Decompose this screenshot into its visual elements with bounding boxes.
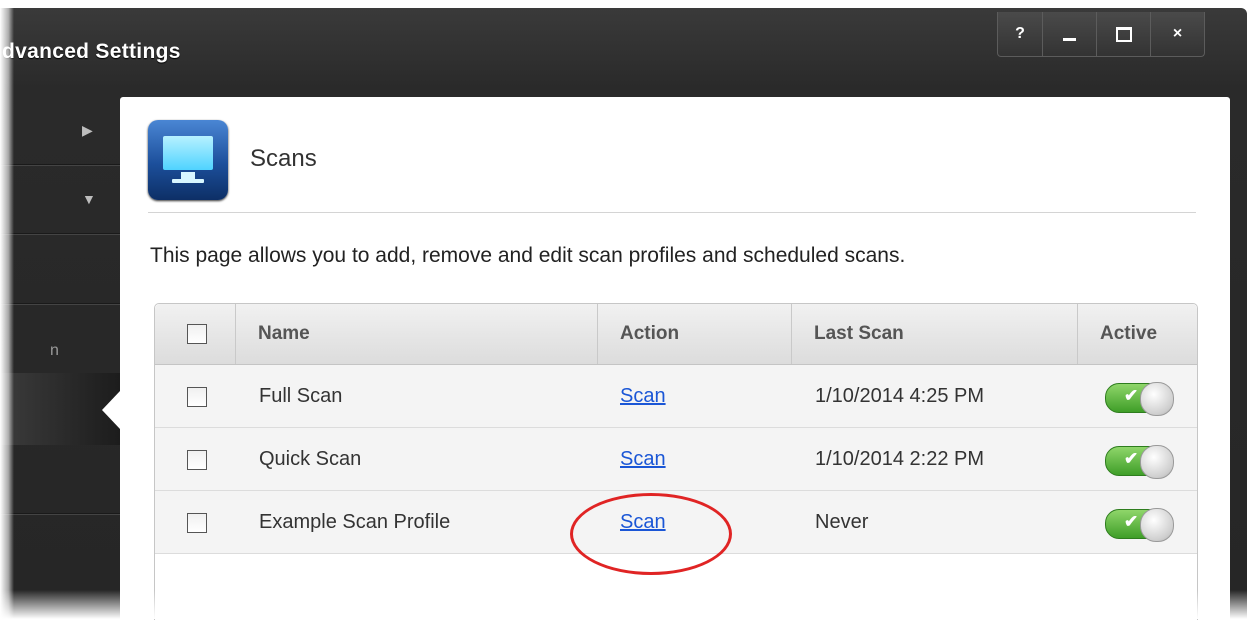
annotation-highlight-circle bbox=[570, 493, 732, 575]
bottom-fade-decoration bbox=[0, 590, 1247, 619]
sidebar-item-6[interactable] bbox=[0, 445, 120, 514]
profile-name: Full Scan bbox=[259, 384, 343, 407]
check-icon: ✔ bbox=[1124, 449, 1139, 468]
select-all-checkbox[interactable] bbox=[187, 324, 207, 344]
profile-name: Example Scan Profile bbox=[259, 510, 451, 533]
window-title: dvanced Settings bbox=[2, 40, 181, 63]
close-button[interactable]: × bbox=[1150, 12, 1204, 56]
last-scan-value: 1/10/2014 4:25 PM bbox=[815, 384, 985, 407]
column-header-action[interactable]: Action bbox=[597, 304, 791, 364]
column-header-active[interactable]: Active bbox=[1077, 304, 1197, 364]
close-icon: × bbox=[1172, 25, 1183, 42]
column-header-last-scan[interactable]: Last Scan bbox=[791, 304, 1077, 364]
torn-edge-decoration bbox=[0, 0, 14, 619]
sidebar: ▶ ▼ bbox=[0, 96, 120, 619]
monitor-icon bbox=[148, 120, 228, 200]
chevron-down-icon: ▼ bbox=[82, 191, 96, 207]
minimize-icon bbox=[1063, 37, 1076, 41]
selection-pointer bbox=[102, 391, 120, 429]
divider bbox=[148, 212, 1196, 213]
page-title: Scans bbox=[250, 145, 317, 172]
profile-name: Quick Scan bbox=[259, 447, 362, 470]
table-row[interactable]: Full Scan Scan 1/10/2014 4:25 PM ✔ bbox=[155, 365, 1197, 428]
maximize-button[interactable] bbox=[1096, 12, 1150, 56]
chevron-right-icon: ▶ bbox=[82, 122, 93, 138]
sidebar-item-4[interactable] bbox=[0, 305, 120, 374]
check-icon: ✔ bbox=[1124, 386, 1139, 405]
row-checkbox[interactable] bbox=[187, 387, 207, 407]
window-controls: ? × bbox=[997, 12, 1205, 57]
maximize-icon bbox=[1115, 26, 1132, 42]
sidebar-item-3[interactable] bbox=[0, 235, 120, 304]
table-row[interactable]: Quick Scan Scan 1/10/2014 2:22 PM ✔ bbox=[155, 428, 1197, 491]
help-button[interactable]: ? bbox=[998, 12, 1042, 56]
scan-link[interactable]: Scan bbox=[620, 428, 666, 490]
minimize-button[interactable] bbox=[1042, 12, 1096, 56]
sidebar-item-label-partial: n bbox=[50, 342, 59, 359]
last-scan-value: Never bbox=[815, 510, 869, 533]
active-toggle[interactable]: ✔ bbox=[1105, 382, 1174, 416]
active-toggle[interactable]: ✔ bbox=[1105, 445, 1174, 479]
row-checkbox[interactable] bbox=[187, 450, 207, 470]
row-checkbox[interactable] bbox=[187, 513, 207, 533]
last-scan-value: 1/10/2014 2:22 PM bbox=[815, 447, 985, 470]
active-toggle[interactable]: ✔ bbox=[1105, 508, 1174, 542]
check-icon: ✔ bbox=[1124, 512, 1139, 531]
sidebar-item-2[interactable]: ▼ bbox=[0, 165, 120, 234]
help-icon: ? bbox=[1015, 25, 1025, 42]
page-description: This page allows you to add, remove and … bbox=[150, 244, 906, 267]
column-header-name[interactable]: Name bbox=[235, 304, 597, 364]
scan-link[interactable]: Scan bbox=[620, 365, 666, 427]
sidebar-item-1[interactable]: ▶ bbox=[0, 96, 120, 165]
table-header: Name Action Last Scan Active bbox=[155, 304, 1197, 365]
